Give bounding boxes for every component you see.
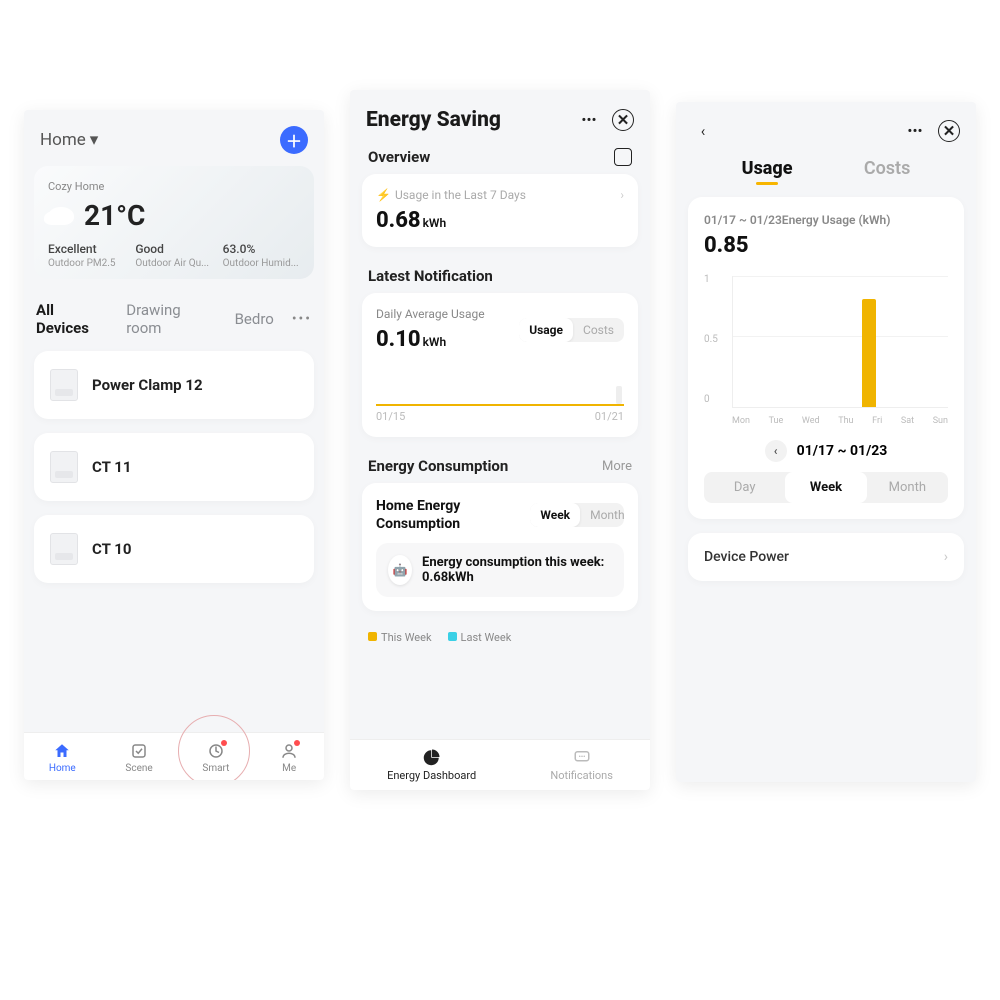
toggle-costs[interactable]: Costs bbox=[573, 318, 624, 342]
tabs-more-icon[interactable]: ••• bbox=[292, 311, 312, 327]
weather-location: Cozy Home bbox=[48, 180, 300, 193]
back-icon[interactable]: ‹ bbox=[692, 120, 714, 142]
prev-range-button[interactable]: ‹ bbox=[765, 440, 787, 462]
usage-7days-card[interactable]: ⚡Usage in the Last 7 Days › 0.68kWh bbox=[362, 174, 638, 247]
range-text: 01/17 ~ 01/23 bbox=[797, 443, 888, 459]
profile-icon bbox=[279, 741, 299, 761]
settings-icon[interactable] bbox=[614, 148, 632, 166]
seg-month[interactable]: Month bbox=[867, 472, 948, 503]
daily-value: 0.10kWh bbox=[376, 327, 485, 352]
energy-saving-screen: Energy Saving ••• ✕ Overview ⚡Usage in t… bbox=[350, 90, 650, 790]
add-device-button[interactable]: ＋ bbox=[280, 126, 308, 154]
energy-bottom-nav: Energy Dashboard Notifications bbox=[350, 739, 650, 790]
range-value: 0.85 bbox=[704, 233, 948, 258]
close-icon[interactable]: ✕ bbox=[612, 109, 634, 131]
usage-detail-screen: ‹ ••• ✕ Usage Costs 01/17 ~ 01/23Energy … bbox=[676, 102, 976, 782]
device-icon bbox=[50, 533, 78, 565]
energy-bubble: 🤖 Energy consumption this week: 0.68kWh bbox=[376, 543, 624, 597]
period-segment: Day Week Month bbox=[704, 472, 948, 503]
usage-chart-card: 01/17 ~ 01/23Energy Usage (kWh) 0.85 1 0… bbox=[688, 197, 964, 519]
home-label: Home bbox=[40, 130, 86, 150]
tab-costs[interactable]: Costs bbox=[864, 158, 911, 179]
tab-usage[interactable]: Usage bbox=[742, 158, 793, 179]
chevron-right-icon: › bbox=[620, 188, 624, 202]
notification-badge bbox=[294, 740, 300, 746]
metric-humidity: 63.0% Outdoor Humid... bbox=[223, 242, 300, 269]
caret-down-icon: ▾ bbox=[90, 130, 99, 150]
smart-icon bbox=[206, 741, 226, 761]
toggle-usage[interactable]: Usage bbox=[519, 318, 573, 342]
weather-temperature: 21°C bbox=[84, 199, 145, 232]
usage-costs-tabs: Usage Costs bbox=[676, 148, 976, 193]
nav-home[interactable]: Home bbox=[49, 741, 76, 774]
chevron-right-icon: › bbox=[944, 549, 948, 565]
notification-badge bbox=[221, 740, 227, 746]
week-month-toggle: Week Month bbox=[530, 503, 624, 527]
tab-all-devices[interactable]: All Devices bbox=[36, 301, 108, 337]
energy-consumption-heading: Energy Consumption bbox=[368, 457, 508, 475]
cloud-icon bbox=[48, 207, 74, 225]
nav-me[interactable]: Me bbox=[279, 741, 299, 774]
daily-average-card: Daily Average Usage 0.10kWh Usage Costs … bbox=[362, 293, 638, 437]
pie-chart-icon bbox=[423, 748, 441, 766]
usage-costs-toggle: Usage Costs bbox=[519, 318, 624, 342]
more-icon[interactable]: ••• bbox=[578, 109, 600, 131]
device-ct-10[interactable]: CT 10 bbox=[34, 515, 314, 583]
seg-week[interactable]: Week bbox=[785, 472, 866, 503]
range-label: 01/17 ~ 01/23Energy Usage (kWh) bbox=[704, 213, 948, 227]
home-icon bbox=[52, 741, 72, 761]
plus-icon: ＋ bbox=[286, 128, 302, 152]
latest-notification-heading: Latest Notification bbox=[368, 267, 493, 285]
legend-last-week-swatch bbox=[448, 632, 457, 641]
tab-drawing-room[interactable]: Drawing room bbox=[126, 301, 216, 337]
nav-scene[interactable]: Scene bbox=[125, 741, 152, 774]
room-tabs: All Devices Drawing room Bedro ••• bbox=[24, 291, 324, 343]
device-power-clamp-12[interactable]: Power Clamp 12 bbox=[34, 351, 314, 419]
toggle-month[interactable]: Month bbox=[580, 503, 624, 527]
close-icon[interactable]: ✕ bbox=[938, 120, 960, 142]
more-icon[interactable]: ••• bbox=[904, 120, 926, 142]
bottom-nav: Home Scene Smart Me bbox=[24, 732, 324, 780]
daily-mini-chart bbox=[376, 362, 624, 406]
scene-icon bbox=[129, 741, 149, 761]
nav-energy-dashboard[interactable]: Energy Dashboard bbox=[387, 748, 476, 782]
chart-legend: This Week Last Week bbox=[350, 625, 650, 654]
home-energy-title: Home Energy Consumption bbox=[376, 497, 530, 533]
bolt-icon: ⚡ bbox=[376, 188, 391, 202]
device-power-row[interactable]: Device Power › bbox=[688, 533, 964, 581]
metric-air-quality: Good Outdoor Air Qu... bbox=[135, 242, 212, 269]
device-icon bbox=[50, 369, 78, 401]
home-dropdown[interactable]: Home ▾ bbox=[40, 130, 98, 150]
overview-heading: Overview bbox=[368, 148, 430, 166]
nav-notifications[interactable]: Notifications bbox=[550, 748, 613, 782]
daily-label: Daily Average Usage bbox=[376, 307, 485, 321]
home-energy-card: Home Energy Consumption Week Month 🤖 Ene… bbox=[362, 483, 638, 611]
page-title: Energy Saving bbox=[366, 108, 501, 132]
weekly-bar-chart: 1 0.5 0 Mon Tue Wed Thu Fri Sat Sun bbox=[704, 276, 948, 426]
weather-card[interactable]: Cozy Home 21°C Excellent Outdoor PM2.5 G… bbox=[34, 166, 314, 279]
usage-7days-value: 0.68kWh bbox=[376, 208, 624, 233]
toggle-week[interactable]: Week bbox=[530, 503, 580, 527]
tab-bedroom[interactable]: Bedro bbox=[235, 310, 274, 328]
nav-smart[interactable]: Smart bbox=[202, 741, 229, 774]
legend-this-week-swatch bbox=[368, 632, 377, 641]
device-icon bbox=[50, 451, 78, 483]
robot-icon: 🤖 bbox=[388, 555, 412, 585]
seg-day[interactable]: Day bbox=[704, 472, 785, 503]
device-ct-11[interactable]: CT 11 bbox=[34, 433, 314, 501]
chat-icon bbox=[573, 748, 591, 766]
home-screen: Home ▾ ＋ Cozy Home 21°C Excellent Outdoo… bbox=[24, 110, 324, 780]
metric-pm25: Excellent Outdoor PM2.5 bbox=[48, 242, 125, 269]
more-link[interactable]: More bbox=[602, 459, 632, 474]
